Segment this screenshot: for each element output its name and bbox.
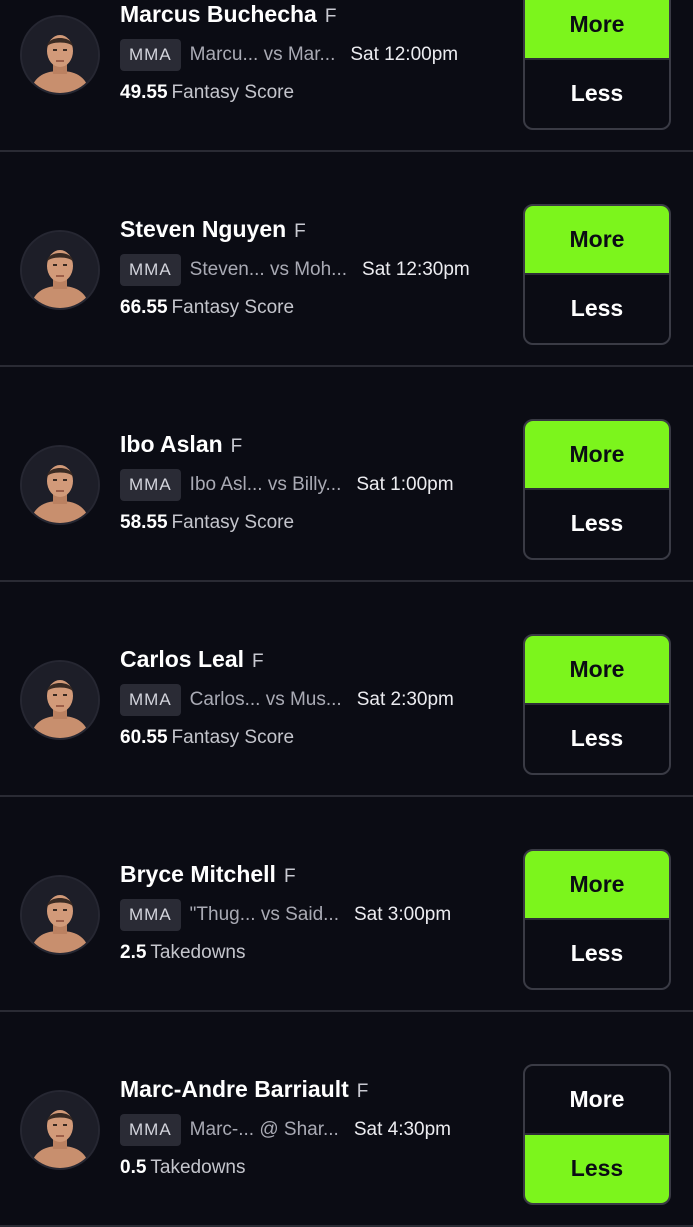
projection-value: 0.5 <box>120 1157 147 1178</box>
player-headshot-icon <box>22 447 98 523</box>
player-name[interactable]: Carlos Leal <box>120 646 244 672</box>
projection-value: 49.55 <box>120 82 168 103</box>
projection-value: 2.5 <box>120 942 147 963</box>
player-name[interactable]: Marc-Andre Barriault <box>120 1076 349 1102</box>
player-row: Steven Nguyen F MMA Steven... vs Moh... S… <box>0 152 693 367</box>
league-badge: MMA <box>120 39 181 71</box>
league-badge: MMA <box>120 469 181 501</box>
game-time: Sat 12:00pm <box>350 44 459 65</box>
less-button[interactable]: Less <box>525 60 669 129</box>
player-position: F <box>230 436 243 457</box>
player-avatar <box>22 447 98 523</box>
pick-toggle: More Less <box>523 849 671 990</box>
player-position: F <box>294 221 306 242</box>
game-time: Sat 2:30pm <box>356 689 454 710</box>
stat-type: Takedowns <box>150 1157 246 1178</box>
player-row: Bryce Mitchell F MMA "Thug... vs Said... … <box>0 797 693 1012</box>
player-name[interactable]: Steven Nguyen <box>120 216 286 242</box>
matchup-line: MMA Marc-... @ Shar... Sat 4:30pm <box>120 1113 451 1147</box>
stat-type: Takedowns <box>150 942 246 963</box>
league-badge: MMA <box>120 1114 181 1146</box>
player-name-line: Ibo Aslan F <box>120 431 242 458</box>
player-headshot-icon <box>22 1092 98 1168</box>
projection-line: 0.5 Takedowns <box>120 1157 245 1179</box>
less-button[interactable]: Less <box>525 920 669 989</box>
player-position: F <box>324 6 337 27</box>
projection-value: 58.55 <box>120 512 168 533</box>
pick-toggle: More Less <box>523 0 671 130</box>
pick-toggle: More Less <box>523 419 671 560</box>
player-avatar <box>22 877 98 953</box>
less-button[interactable]: Less <box>525 1134 669 1203</box>
player-avatar <box>22 17 98 93</box>
less-button[interactable]: Less <box>525 275 669 344</box>
league-badge: MMA <box>120 899 181 931</box>
stat-type: Fantasy Score <box>171 727 295 748</box>
player-row: Marcus Buchecha F MMA Marcu... vs Mar... … <box>0 0 693 152</box>
player-name-line: Bryce Mitchell F <box>120 861 296 888</box>
game-time: Sat 4:30pm <box>353 1119 451 1140</box>
projection-line: 60.55 Fantasy Score <box>120 727 294 749</box>
matchup-text: Marcu... vs Mar... <box>189 44 336 65</box>
matchup-line: MMA "Thug... vs Said... Sat 3:00pm <box>120 898 451 932</box>
player-name-line: Carlos Leal F <box>120 646 264 673</box>
game-time: Sat 12:30pm <box>362 259 470 280</box>
more-button[interactable]: More <box>525 851 669 920</box>
more-button[interactable]: More <box>525 1066 669 1135</box>
more-button[interactable]: More <box>525 0 669 60</box>
matchup-text: Steven... vs Moh... <box>189 259 348 280</box>
player-name-line: Marcus Buchecha F <box>120 1 336 28</box>
player-position: F <box>252 651 264 672</box>
matchup-text: Ibo Asl... vs Billy... <box>189 474 342 495</box>
game-time: Sat 1:00pm <box>356 474 454 495</box>
pick-toggle: More Less <box>523 634 671 775</box>
player-name[interactable]: Bryce Mitchell <box>120 861 276 887</box>
projection-value: 66.55 <box>120 297 168 318</box>
player-headshot-icon <box>22 17 98 93</box>
player-name[interactable]: Ibo Aslan <box>120 431 223 457</box>
stat-type: Fantasy Score <box>171 82 295 103</box>
league-badge: MMA <box>120 254 181 286</box>
stat-type: Fantasy Score <box>171 297 295 318</box>
matchup-line: MMA Ibo Asl... vs Billy... Sat 1:00pm <box>120 468 454 502</box>
pick-toggle: More Less <box>523 204 671 345</box>
matchup-text: "Thug... vs Said... <box>189 904 339 925</box>
matchup-line: MMA Carlos... vs Mus... Sat 2:30pm <box>120 683 454 717</box>
projection-line: 2.5 Takedowns <box>120 942 245 964</box>
stat-type: Fantasy Score <box>171 512 295 533</box>
pick-toggle: More Less <box>523 1064 671 1205</box>
player-name-line: Steven Nguyen F <box>120 216 306 243</box>
player-projection-list: Marcus Buchecha F MMA Marcu... vs Mar... … <box>0 0 693 1227</box>
game-time: Sat 3:00pm <box>353 904 452 925</box>
player-row: Ibo Aslan F MMA Ibo Asl... vs Billy... Sa… <box>0 367 693 582</box>
player-avatar <box>22 1092 98 1168</box>
player-headshot-icon <box>22 877 98 953</box>
more-button[interactable]: More <box>525 636 669 705</box>
league-badge: MMA <box>120 684 181 716</box>
projection-line: 49.55 Fantasy Score <box>120 82 294 104</box>
player-row: Carlos Leal F MMA Carlos... vs Mus... Sat… <box>0 582 693 797</box>
player-name-line: Marc-Andre Barriault F <box>120 1076 368 1103</box>
player-avatar <box>22 662 98 738</box>
player-name[interactable]: Marcus Buchecha <box>120 1 317 27</box>
player-position: F <box>356 1081 369 1102</box>
player-position: F <box>283 866 296 887</box>
player-headshot-icon <box>22 662 98 738</box>
more-button[interactable]: More <box>525 421 669 490</box>
more-button[interactable]: More <box>525 206 669 275</box>
matchup-text: Marc-... @ Shar... <box>189 1119 339 1140</box>
less-button[interactable]: Less <box>525 490 669 559</box>
matchup-text: Carlos... vs Mus... <box>189 689 342 710</box>
player-avatar <box>22 232 98 308</box>
matchup-line: MMA Steven... vs Moh... Sat 12:30pm <box>120 253 470 287</box>
player-headshot-icon <box>22 232 98 308</box>
projection-value: 60.55 <box>120 727 168 748</box>
projection-line: 58.55 Fantasy Score <box>120 512 294 534</box>
projection-line: 66.55 Fantasy Score <box>120 297 294 319</box>
player-row: Marc-Andre Barriault F MMA Marc-... @ Sha… <box>0 1012 693 1227</box>
matchup-line: MMA Marcu... vs Mar... Sat 12:00pm <box>120 38 458 72</box>
less-button[interactable]: Less <box>525 705 669 774</box>
